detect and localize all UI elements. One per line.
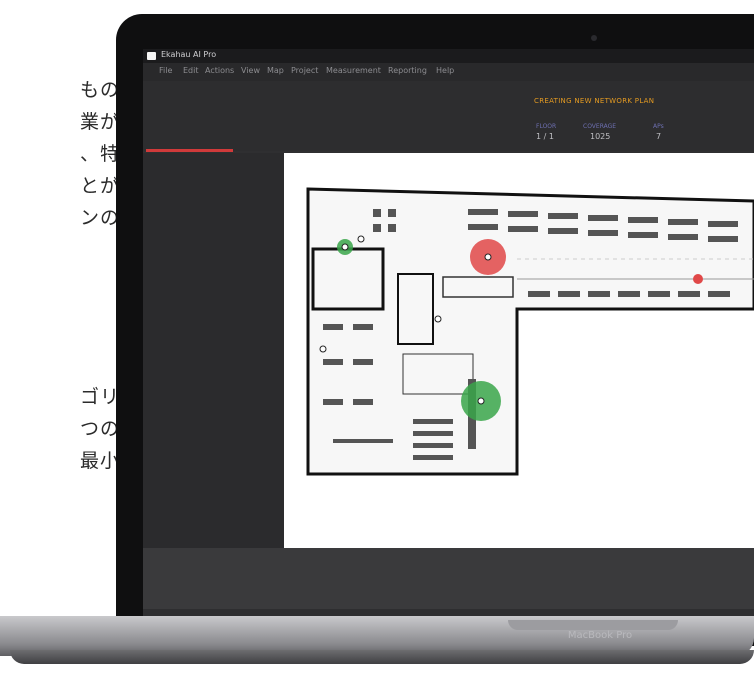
- marketing-text-line: ンの: [79, 207, 120, 229]
- app-title: Ekahau AI Pro: [161, 50, 217, 59]
- menu-map[interactable]: Map: [267, 66, 284, 75]
- app-logo-icon: [147, 52, 156, 60]
- menu-bar: File Edit Actions View Map Project Measu…: [143, 63, 754, 81]
- menu-project[interactable]: Project: [291, 66, 318, 75]
- marketing-text-line: つの: [79, 418, 120, 440]
- project-title: CREATING NEW NETWORK PLAN: [534, 97, 655, 105]
- marketing-text-line: ゴリ: [79, 386, 120, 408]
- marketing-text-column: もの 業が 、特 とが ンの ゴリ つの 最小: [0, 0, 120, 679]
- stat-aps-value: 7: [656, 132, 662, 141]
- menu-file[interactable]: File: [159, 66, 172, 75]
- menu-measurement[interactable]: Measurement: [326, 66, 381, 75]
- access-point-red-small[interactable]: [693, 274, 703, 284]
- laptop-brand-label: MacBook Pro: [567, 630, 633, 641]
- menu-edit[interactable]: Edit: [183, 66, 199, 75]
- marketing-text-line: もの: [79, 79, 120, 101]
- stat-aps-label: APs: [653, 123, 664, 130]
- stat-floor-label: FLOOR: [536, 123, 557, 130]
- menu-help[interactable]: Help: [436, 66, 454, 75]
- left-panel: [143, 153, 284, 573]
- menu-actions[interactable]: Actions: [205, 66, 234, 75]
- floorplan-map[interactable]: [303, 179, 754, 534]
- app-titlebar: Ekahau AI Pro: [143, 49, 754, 63]
- menu-view[interactable]: View: [241, 66, 260, 75]
- laptop-notch: [508, 620, 678, 630]
- marketing-text-line: 業が: [79, 111, 120, 133]
- progress-bar: [146, 149, 233, 152]
- camera-icon: [591, 35, 597, 41]
- marketing-text-line: 、特: [79, 143, 120, 165]
- project-header: CREATING NEW NETWORK PLAN FLOOR 1 / 1 CO…: [143, 81, 754, 151]
- marketing-text-line: とが: [79, 175, 120, 197]
- marketing-text-line: 最小: [79, 450, 120, 472]
- menu-reporting[interactable]: Reporting: [388, 66, 427, 75]
- stat-floor-value: 1 / 1: [536, 132, 554, 141]
- stat-coverage-label: COVERAGE: [583, 123, 617, 130]
- stat-coverage-value: 1025: [590, 132, 611, 141]
- laptop-base-shadow: [10, 650, 754, 664]
- laptop-screen: Ekahau AI Pro File Edit Actions View Map…: [143, 49, 754, 624]
